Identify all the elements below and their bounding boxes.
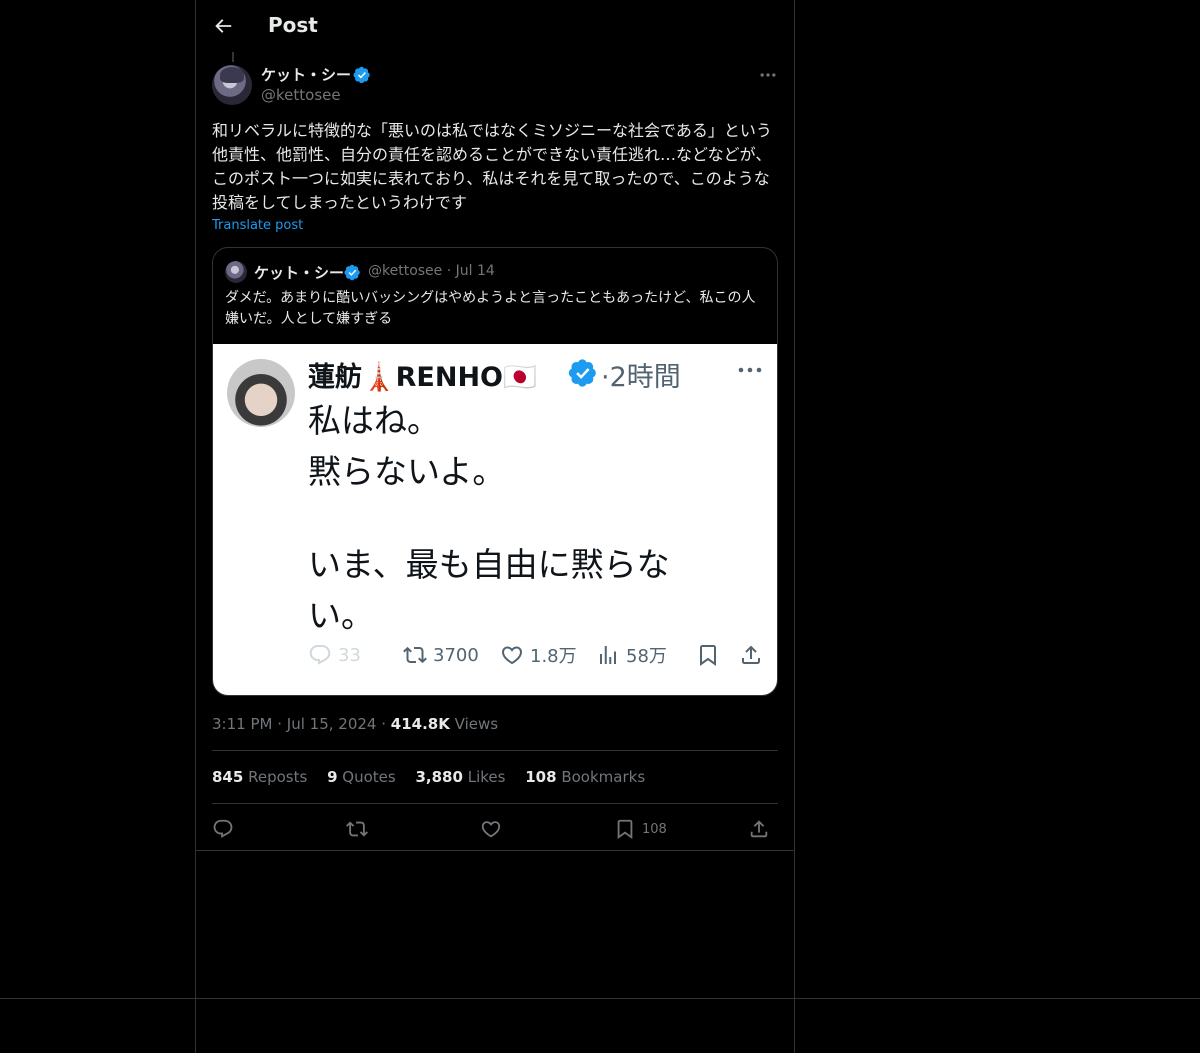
quotes-stat[interactable]: 9 Quotes (327, 768, 396, 786)
reposts-stat[interactable]: 845 Reposts (212, 768, 307, 786)
screenshot-views-count: 58万 (626, 646, 667, 667)
post-date[interactable]: Jul 15, 2024 (287, 715, 377, 733)
translate-post-link[interactable]: Translate post (212, 218, 303, 233)
reply-icon (309, 645, 331, 665)
screenshot-repost-count: 3700 (433, 644, 479, 666)
screenshot-text-line: 私はね。 (308, 401, 440, 440)
likes-stat[interactable]: 3,880 Likes (415, 768, 505, 786)
thread-connector (232, 52, 234, 62)
views-label: Views (454, 715, 499, 733)
divider (0, 998, 1200, 999)
divider (212, 803, 778, 804)
like-icon (481, 821, 501, 838)
repost-button[interactable] (346, 818, 368, 840)
bookmarks-stat[interactable]: 108 Bookmarks (525, 768, 645, 786)
screenshot-action-bar: 33 3700 1.8万 58万 (308, 640, 768, 670)
screenshot-text-line: い。 (308, 596, 374, 635)
engagement-stats: 845 Reposts 9 Quotes 3,880 Likes 108 Boo… (212, 768, 660, 786)
reply-icon (213, 819, 233, 838)
screenshot-like-count: 1.8万 (530, 646, 577, 667)
quoted-post-text: ダメだ。あまりに酷いバッシングはやめようよと言ったこともあったけど、私この人嫌い… (225, 290, 756, 327)
reposts-label: Reposts (248, 768, 308, 786)
separator-dot: · (277, 715, 287, 733)
screenshot-like: 1.8万 (500, 640, 577, 670)
views-count: 414.8K (390, 715, 450, 733)
like-icon (501, 646, 523, 665)
verified-badge-icon (344, 264, 360, 281)
author-avatar[interactable] (212, 65, 252, 105)
verified-badge-icon (568, 359, 596, 387)
screenshot-reply: 33 (308, 640, 361, 670)
separator-dot: · (381, 715, 391, 733)
post-meta: 3:11 PM · Jul 15, 2024 · 414.8K Views (212, 715, 498, 733)
quoted-date: Jul 14 (455, 263, 495, 279)
bookmark-button[interactable]: 108 (614, 818, 667, 840)
share-icon (750, 820, 768, 838)
quoted-author-name: ケット・シー (254, 264, 345, 282)
screenshot-views: 58万 (596, 640, 667, 670)
author-handle[interactable]: @kettosee (261, 86, 341, 104)
quoted-author-avatar (225, 261, 247, 283)
author-name[interactable]: ケット・シー (261, 64, 351, 85)
back-arrow-icon[interactable] (212, 15, 234, 37)
bookmarks-count: 108 (525, 768, 557, 786)
quotes-label: Quotes (342, 768, 396, 786)
screenshot-reply-count: 33 (338, 644, 361, 666)
screenshot-text-line: いま、最も自由に黙らな (308, 545, 670, 584)
likes-label: Likes (467, 768, 506, 786)
reposts-count: 845 (212, 768, 244, 786)
divider (196, 850, 794, 851)
reply-button[interactable] (212, 818, 234, 840)
quoted-author-handle: @kettosee (368, 263, 443, 279)
bookmarks-label: Bookmarks (561, 768, 646, 786)
screenshot-timestamp: ·2時間 (601, 362, 681, 393)
primary-column: Post ケット・シー @kettosee 和リベラルに特徴的な「悪いのは私では… (195, 0, 795, 1053)
quoted-handle-date: @kettosee · Jul 14 (368, 263, 495, 279)
separator-dot: · (446, 263, 456, 279)
repost-icon (346, 821, 368, 837)
share-icon (742, 645, 760, 664)
share-button[interactable] (748, 818, 770, 840)
post-text: 和リベラルに特徴的な「悪いのは私ではなくミソジニーな社会である」という他責性、他… (212, 121, 772, 212)
screenshot-repost: 3700 (403, 640, 479, 670)
screenshot-text-line: 黙らないよ。 (308, 452, 506, 491)
post-time[interactable]: 3:11 PM (212, 715, 272, 733)
more-icon (738, 367, 762, 373)
repost-icon (403, 646, 427, 664)
quotes-count: 9 (327, 768, 338, 786)
page-header: Post (196, 0, 794, 53)
divider (212, 750, 778, 751)
screenshot-share (739, 640, 763, 670)
screenshot-avatar (227, 359, 295, 427)
embedded-screenshot: 蓮舫🗼RENHO🇯🇵 ·2時間 私はね。 黙らないよ。 いま、最も自由に黙らな … (213, 344, 777, 695)
screenshot-author-name: 蓮舫🗼RENHO🇯🇵 (308, 362, 537, 393)
bookmark-icon (617, 819, 633, 840)
bookmark-count: 108 (642, 821, 667, 837)
verified-badge-icon (353, 66, 370, 84)
bookmark-icon (700, 645, 716, 666)
screenshot-bookmark (696, 640, 720, 670)
like-button[interactable] (480, 818, 502, 840)
likes-count: 3,880 (415, 768, 463, 786)
views-icon (600, 646, 616, 664)
quoted-post[interactable]: ケット・シー @kettosee · Jul 14 ダメだ。あまりに酷いバッシン… (212, 247, 778, 696)
more-icon[interactable] (758, 65, 778, 85)
page-title: Post (268, 13, 318, 37)
action-bar: 108 (212, 814, 778, 844)
